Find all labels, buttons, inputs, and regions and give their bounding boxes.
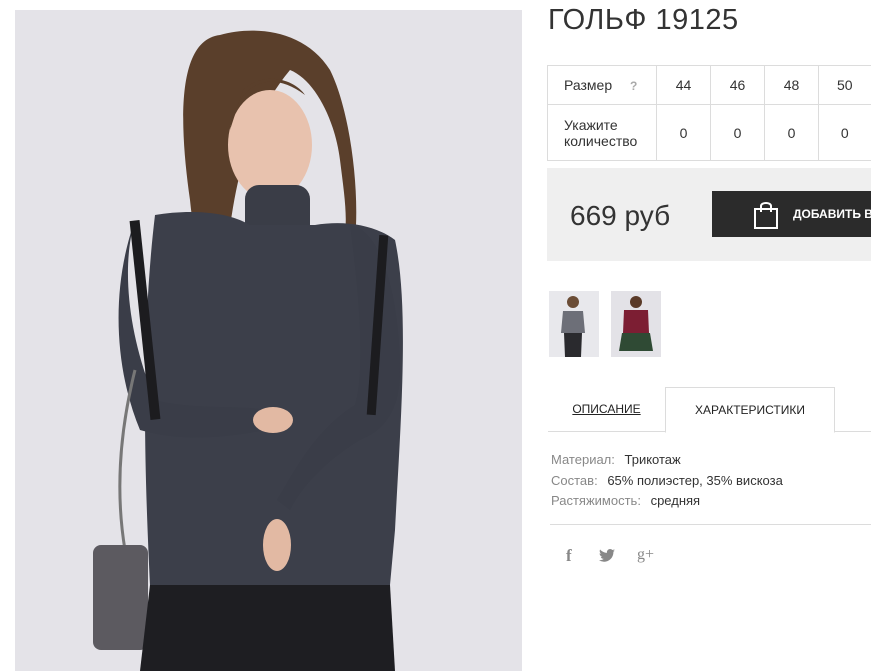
size-50: 50 — [818, 65, 871, 105]
add-to-cart-button[interactable]: ДОБАВИТЬ В КОРЗИНУ — [712, 191, 871, 237]
shopping-bag-icon — [754, 202, 778, 229]
spec-key-material: Материал: — [551, 452, 615, 467]
spec-row: Растяжимость: средняя — [551, 491, 783, 512]
quantity-input-44[interactable]: 0 — [656, 104, 711, 161]
size-label: Размер — [564, 76, 613, 93]
spec-value-material: Трикотаж — [624, 452, 681, 467]
model-photo-illustration — [15, 10, 522, 671]
size-48: 48 — [764, 65, 819, 105]
quantity-input-46[interactable]: 0 — [710, 104, 765, 161]
size-quantity-table: Размер ? 44 46 48 50 Укажите количество … — [547, 65, 871, 161]
add-to-cart-label: ДОБАВИТЬ В КОРЗИНУ — [793, 207, 871, 221]
divider — [550, 524, 871, 525]
product-tabs: ОПИСАНИЕ ХАРАКТЕРИСТИКИ — [548, 387, 871, 433]
spec-row: Материал: Трикотаж — [551, 450, 783, 471]
googleplus-icon[interactable]: g+ — [637, 546, 654, 564]
size-44: 44 — [656, 65, 711, 105]
characteristics-list: Материал: Трикотаж Состав: 65% полиэстер… — [551, 450, 783, 512]
product-main-image[interactable] — [15, 10, 522, 671]
tab-characteristics[interactable]: ХАРАКТЕРИСТИКИ — [665, 387, 835, 433]
quantity-input-48[interactable]: 0 — [764, 104, 819, 161]
thumbnail-grey-sweater[interactable] — [549, 291, 599, 357]
thumbnail-image — [549, 291, 599, 357]
twitter-icon[interactable] — [599, 549, 615, 567]
spec-key-composition: Состав: — [551, 472, 598, 488]
size-label-cell: Размер ? — [547, 65, 657, 105]
spec-value-stretch: средняя — [650, 493, 701, 508]
product-price: 669 руб — [570, 200, 671, 231]
quantity-label-line2: количество — [564, 132, 638, 149]
facebook-icon[interactable]: f — [566, 546, 572, 566]
quantity-row: Укажите количество 0 0 0 0 — [547, 104, 871, 161]
quantity-label-line1: Укажите — [564, 116, 618, 133]
thumbnail-burgundy-sweater[interactable] — [611, 291, 661, 357]
price-box: 669 руб ДОБАВИТЬ В КОРЗИНУ — [547, 168, 871, 261]
product-title: ГОЛЬФ 19125 — [548, 4, 739, 36]
size-help-icon[interactable]: ? — [630, 78, 637, 94]
quantity-input-50[interactable]: 0 — [818, 104, 871, 161]
spec-key-stretch: Растяжимость: — [551, 493, 641, 508]
spec-value-composition: 65% полиэстер, 35% вискоза — [607, 472, 783, 488]
quantity-label-cell: Укажите количество — [547, 104, 657, 161]
size-row: Размер ? 44 46 48 50 — [547, 65, 871, 105]
thumbnail-image — [611, 291, 661, 357]
spec-row: Состав: 65% полиэстер, 35% вискоза — [551, 471, 783, 492]
tab-description[interactable]: ОПИСАНИЕ — [548, 387, 665, 432]
size-46: 46 — [710, 65, 765, 105]
twitter-bird-shape — [599, 549, 615, 562]
